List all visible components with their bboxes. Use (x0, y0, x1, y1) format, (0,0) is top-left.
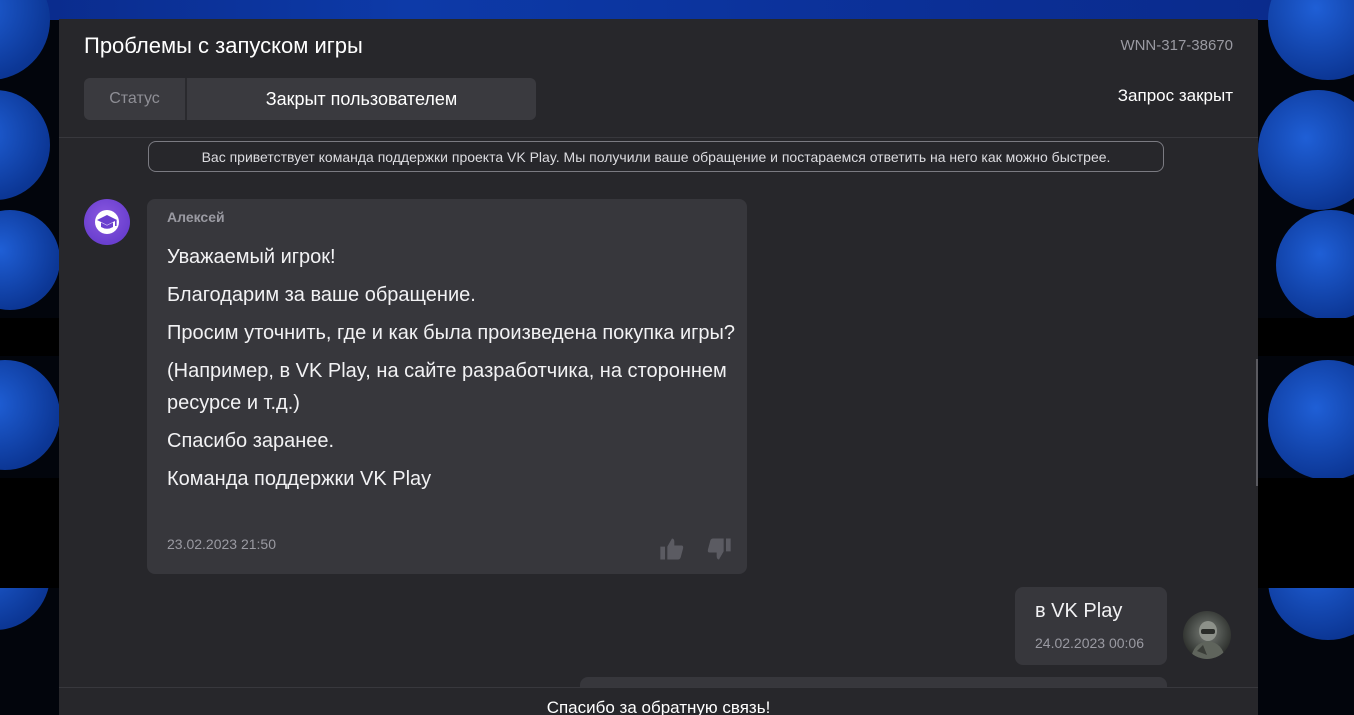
message-timestamp: 24.02.2023 00:06 (1035, 635, 1144, 651)
message-line: (Например, в VK Play, на сайте разработч… (167, 360, 727, 414)
user-avatar (1183, 611, 1231, 659)
message-body: Уважаемый игрок! Благодарим за ваше обра… (167, 241, 737, 501)
welcome-notice: Вас приветствует команда поддержки проек… (148, 141, 1164, 172)
background-left-decoration (0, 0, 60, 715)
message-line: Благодарим за ваше обращение. (167, 284, 476, 306)
user-message: в VK Play 24.02.2023 00:06 (1015, 587, 1167, 665)
user-avatar-image (1191, 621, 1225, 659)
support-avatar (84, 199, 130, 245)
status-value: Закрыт пользователем (265, 88, 458, 109)
message-line: Команда поддержки VK Play (167, 468, 432, 490)
ticket-number: WNN-317-38670 (1120, 37, 1233, 54)
message-timestamp: 23.02.2023 21:50 (167, 536, 276, 552)
graduation-cap-icon (95, 210, 119, 234)
status-label: Статус (84, 78, 187, 120)
background-top-band (0, 0, 1354, 20)
ticket-header: Проблемы с запуском игры WNN-317-38670 С… (59, 19, 1258, 138)
message-line: Просим уточнить, где и как была произвед… (167, 322, 736, 344)
message-line: Спасибо заранее. (167, 430, 335, 452)
message-author: Алексей (167, 209, 225, 225)
thumbs-up-icon[interactable] (658, 535, 686, 563)
ticket-title: Проблемы с запуском игры (84, 33, 363, 58)
background-right-decoration (1258, 0, 1354, 715)
support-ticket-modal: Проблемы с запуском игры WNN-317-38670 С… (59, 19, 1258, 715)
feedback-footer: Спасибо за обратную связь! (59, 687, 1258, 715)
message-line: Уважаемый игрок! (167, 246, 336, 268)
status-box: Статус Закрыт пользователем (84, 78, 536, 120)
request-closed-text: Запрос закрыт (1117, 86, 1233, 105)
feedback-thanks-text: Спасибо за обратную связь! (546, 698, 771, 715)
thumbs-down-icon[interactable] (705, 535, 733, 563)
support-message: Алексей Уважаемый игрок! Благодарим за в… (147, 199, 747, 574)
scrollbar-thumb[interactable] (1256, 359, 1258, 486)
message-text: в VK Play (1035, 600, 1123, 622)
